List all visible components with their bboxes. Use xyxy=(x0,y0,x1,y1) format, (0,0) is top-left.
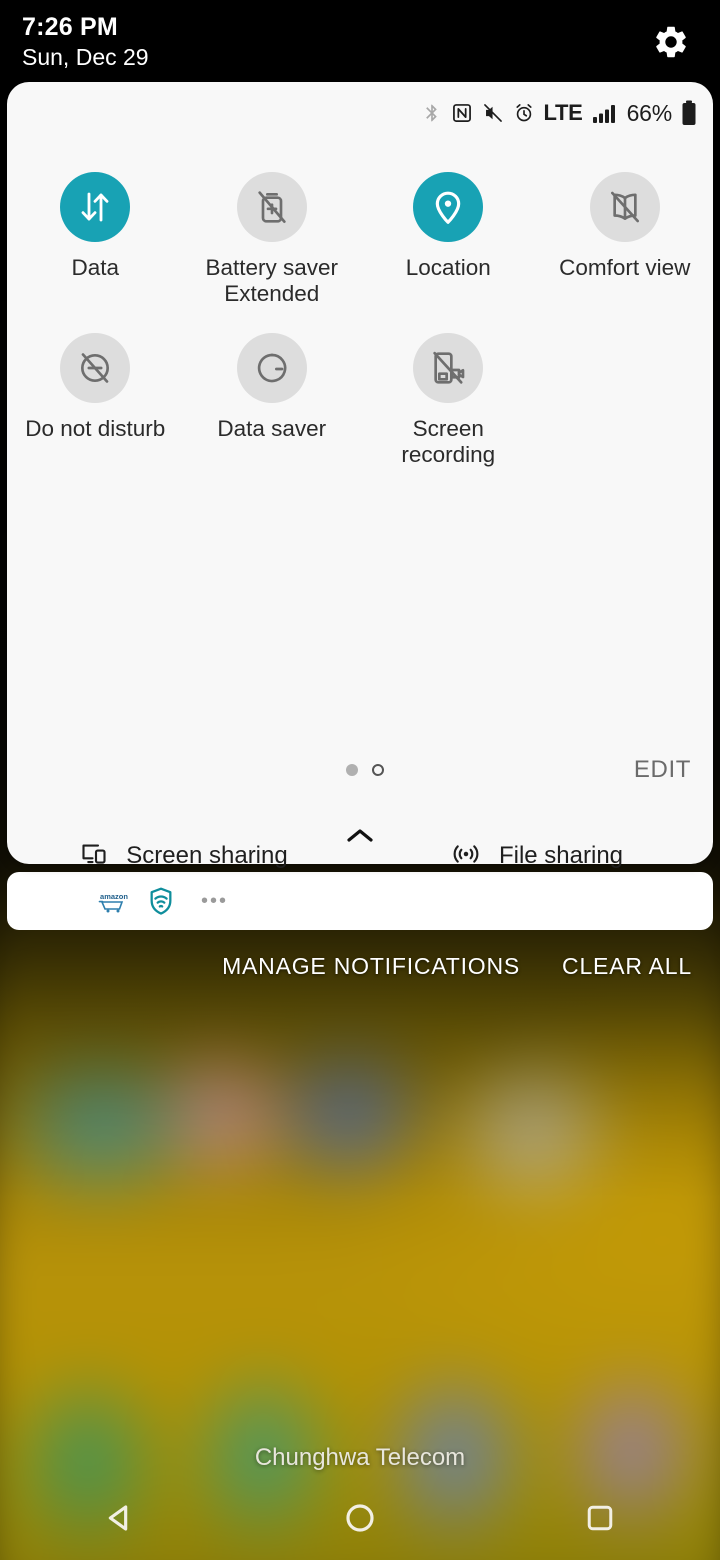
battery-percent-label: 66% xyxy=(626,99,673,126)
tile-label-line2: recording xyxy=(401,442,496,467)
location-pin-icon xyxy=(413,172,484,242)
tile-label: Battery saver Extended xyxy=(205,255,338,307)
phone-screen: 7:26 PM Sun, Dec 29 LTE 66% Data Battery… xyxy=(0,0,720,1560)
tile-location[interactable]: Location xyxy=(360,156,537,307)
clear-all-button[interactable]: CLEAR ALL xyxy=(562,953,692,980)
manage-notifications-button[interactable]: MANAGE NOTIFICATIONS xyxy=(222,953,520,980)
gear-icon[interactable] xyxy=(652,23,690,61)
comfort-view-off-icon xyxy=(589,172,660,242)
quick-settings-panel: LTE 66% Data Battery saver Extended Loca… xyxy=(7,82,713,869)
quick-settings-tile-grid: Data Battery saver Extended Location Com… xyxy=(7,156,713,468)
status-time: 7:26 PM xyxy=(22,13,118,41)
tile-label-line1: Battery saver xyxy=(205,255,339,280)
tile-label: Screen recording xyxy=(401,416,495,468)
navigation-bar xyxy=(0,1476,720,1560)
top-status-bar: 7:26 PM Sun, Dec 29 xyxy=(0,0,720,82)
edit-button[interactable]: EDIT xyxy=(634,756,691,784)
panel-status-bar: LTE 66% xyxy=(422,96,697,130)
tile-label: Location xyxy=(405,255,491,280)
recents-icon[interactable] xyxy=(480,1499,720,1537)
alarm-icon xyxy=(513,101,535,125)
tile-data[interactable]: Data xyxy=(7,156,184,307)
page-dot-inactive[interactable] xyxy=(372,764,384,776)
page-dot-active[interactable] xyxy=(346,764,358,776)
do-not-disturb-icon xyxy=(60,333,131,403)
tile-data-saver[interactable]: Data saver xyxy=(184,307,361,468)
tile-comfort-view[interactable]: Comfort view xyxy=(537,156,714,307)
tile-label: Data saver xyxy=(217,416,327,441)
svg-text:amazon: amazon xyxy=(100,892,128,901)
mute-icon xyxy=(482,101,504,125)
data-saver-icon xyxy=(236,333,307,403)
tile-battery-saver[interactable]: Battery saver Extended xyxy=(184,156,361,307)
amazon-icon: amazon xyxy=(97,888,131,914)
bluetooth-icon xyxy=(422,100,442,126)
home-icon[interactable] xyxy=(240,1498,480,1538)
tile-label-line1: Screen xyxy=(412,416,484,441)
chevron-up-icon xyxy=(344,826,376,851)
notification-overflow-indicator: ••• xyxy=(201,889,229,912)
tile-screen-recording[interactable]: Screen recording xyxy=(360,307,537,468)
page-indicator xyxy=(346,764,384,776)
tile-label: Do not disturb xyxy=(25,416,166,441)
tile-label: Data xyxy=(71,255,120,280)
clock-block: 7:26 PM Sun, Dec 29 xyxy=(22,12,149,71)
status-date: Sun, Dec 29 xyxy=(22,44,149,70)
carrier-label: Chunghwa Telecom xyxy=(254,1444,466,1471)
nfc-icon xyxy=(451,101,473,125)
notification-actions: MANAGE NOTIFICATIONS CLEAR ALL xyxy=(0,946,720,986)
wifi-shield-icon xyxy=(145,885,177,917)
collapse-panel-handle[interactable] xyxy=(7,818,713,858)
back-icon[interactable] xyxy=(0,1498,240,1538)
tile-do-not-disturb[interactable]: Do not disturb xyxy=(7,307,184,468)
battery-saver-off-icon xyxy=(236,172,307,242)
battery-full-icon xyxy=(681,100,697,126)
tile-label: Comfort view xyxy=(559,255,691,280)
signal-bars-icon xyxy=(592,101,618,125)
data-transfer-icon xyxy=(60,172,131,242)
screen-recording-off-icon xyxy=(413,333,484,403)
lte-icon: LTE xyxy=(543,100,583,125)
tile-label-line2: Extended xyxy=(224,281,320,306)
